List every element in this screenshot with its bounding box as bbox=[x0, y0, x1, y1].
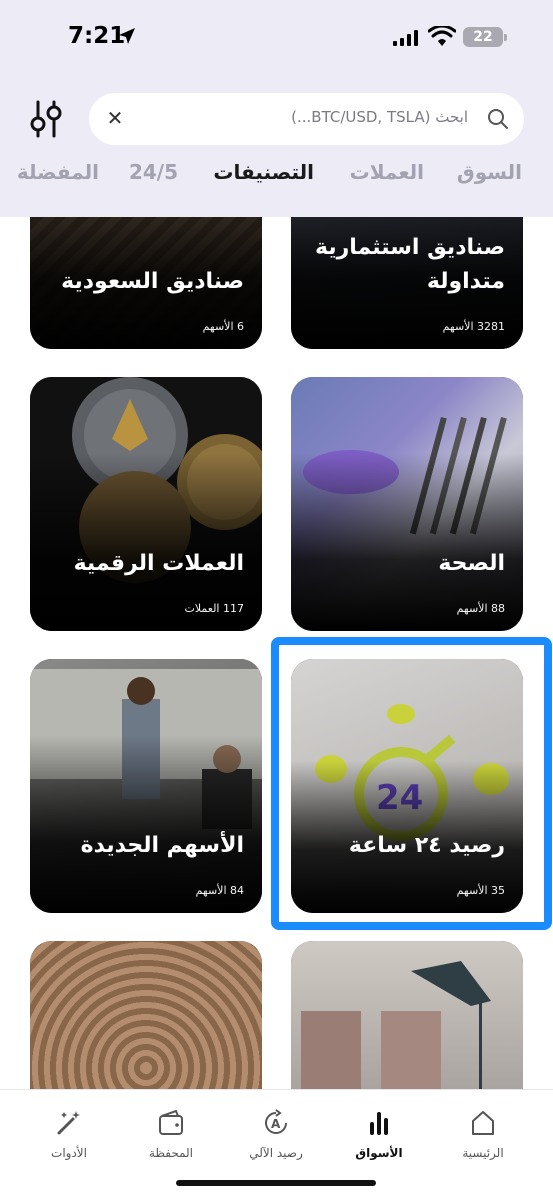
category-card-health[interactable]: الصحة 88 الأسهم bbox=[291, 377, 523, 631]
card-count: 117 العملات bbox=[184, 602, 245, 615]
status-time: 7:21 bbox=[68, 23, 126, 49]
markets-screen: صناديق استثمارية متداولة 3281 الأسهم صنا… bbox=[0, 0, 553, 1200]
nav-label: الأدوات bbox=[51, 1146, 87, 1160]
card-title: العملات الرقمية bbox=[73, 551, 244, 576]
card-count: 84 الأسهم bbox=[195, 884, 244, 897]
nav-label: رصيد الآلي bbox=[249, 1146, 303, 1160]
magic-wand-icon bbox=[57, 1111, 80, 1135]
home-indicator bbox=[176, 1180, 376, 1186]
search-icon bbox=[488, 109, 508, 129]
location-arrow-icon bbox=[119, 28, 135, 44]
home-icon bbox=[472, 1111, 494, 1135]
card-count: 3281 الأسهم bbox=[442, 320, 505, 333]
category-card-crypto[interactable]: العملات الرقمية 117 العملات bbox=[30, 377, 262, 631]
card-title: الأسهم الجديدة bbox=[80, 833, 244, 858]
card-title: الصحة bbox=[438, 551, 505, 576]
battery-icon: 22 bbox=[463, 27, 507, 47]
nav-wallet[interactable]: المحفظة bbox=[126, 1108, 216, 1160]
selection-highlight bbox=[271, 637, 552, 930]
auto-balance-icon: A bbox=[265, 1109, 287, 1134]
search-placeholder: ابحث (BTC/USD, TSLA...) bbox=[291, 108, 468, 126]
category-tabs: السوق العملات التصنيفات 24/5 المفضلة bbox=[0, 160, 553, 204]
nav-label: الرئيسية bbox=[462, 1146, 504, 1160]
nav-label: الأسواق bbox=[355, 1146, 403, 1160]
tab-categories[interactable]: التصنيفات bbox=[213, 160, 314, 184]
tab-favorites[interactable]: المفضلة bbox=[17, 160, 99, 184]
nav-markets[interactable]: الأسواق bbox=[334, 1108, 424, 1160]
wifi-icon bbox=[428, 26, 456, 46]
close-icon[interactable]: ✕ bbox=[103, 106, 127, 130]
nav-tools[interactable]: الأدوات bbox=[24, 1108, 114, 1160]
card-title: صناديق السعودية bbox=[61, 269, 244, 294]
signal-icon bbox=[393, 30, 419, 46]
card-count: 88 الأسهم bbox=[456, 602, 505, 615]
svg-text:A: A bbox=[271, 1117, 281, 1131]
tab-24-5[interactable]: 24/5 bbox=[129, 160, 178, 184]
category-card-new-stocks[interactable]: الأسهم الجديدة 84 الأسهم bbox=[30, 659, 262, 913]
search-input[interactable]: ✕ ابحث (BTC/USD, TSLA...) bbox=[89, 93, 524, 145]
tab-market[interactable]: السوق bbox=[457, 160, 522, 184]
wallet-icon bbox=[159, 1109, 183, 1135]
filter-sliders-icon[interactable] bbox=[28, 100, 64, 138]
card-count: 6 الأسهم bbox=[202, 320, 244, 333]
nav-label: المحفظة bbox=[148, 1146, 194, 1160]
nav-autobalance[interactable]: A رصيد الآلي bbox=[231, 1108, 321, 1160]
tab-currencies[interactable]: العملات bbox=[350, 160, 424, 184]
top-header: 7:21 22 ✕ ابحث (BTC/USD, TSLA...) السوق … bbox=[0, 0, 553, 217]
nav-home[interactable]: الرئيسية bbox=[438, 1108, 528, 1160]
markets-bars-icon bbox=[370, 1112, 388, 1135]
card-title: صناديق استثمارية متداولة bbox=[315, 235, 505, 294]
